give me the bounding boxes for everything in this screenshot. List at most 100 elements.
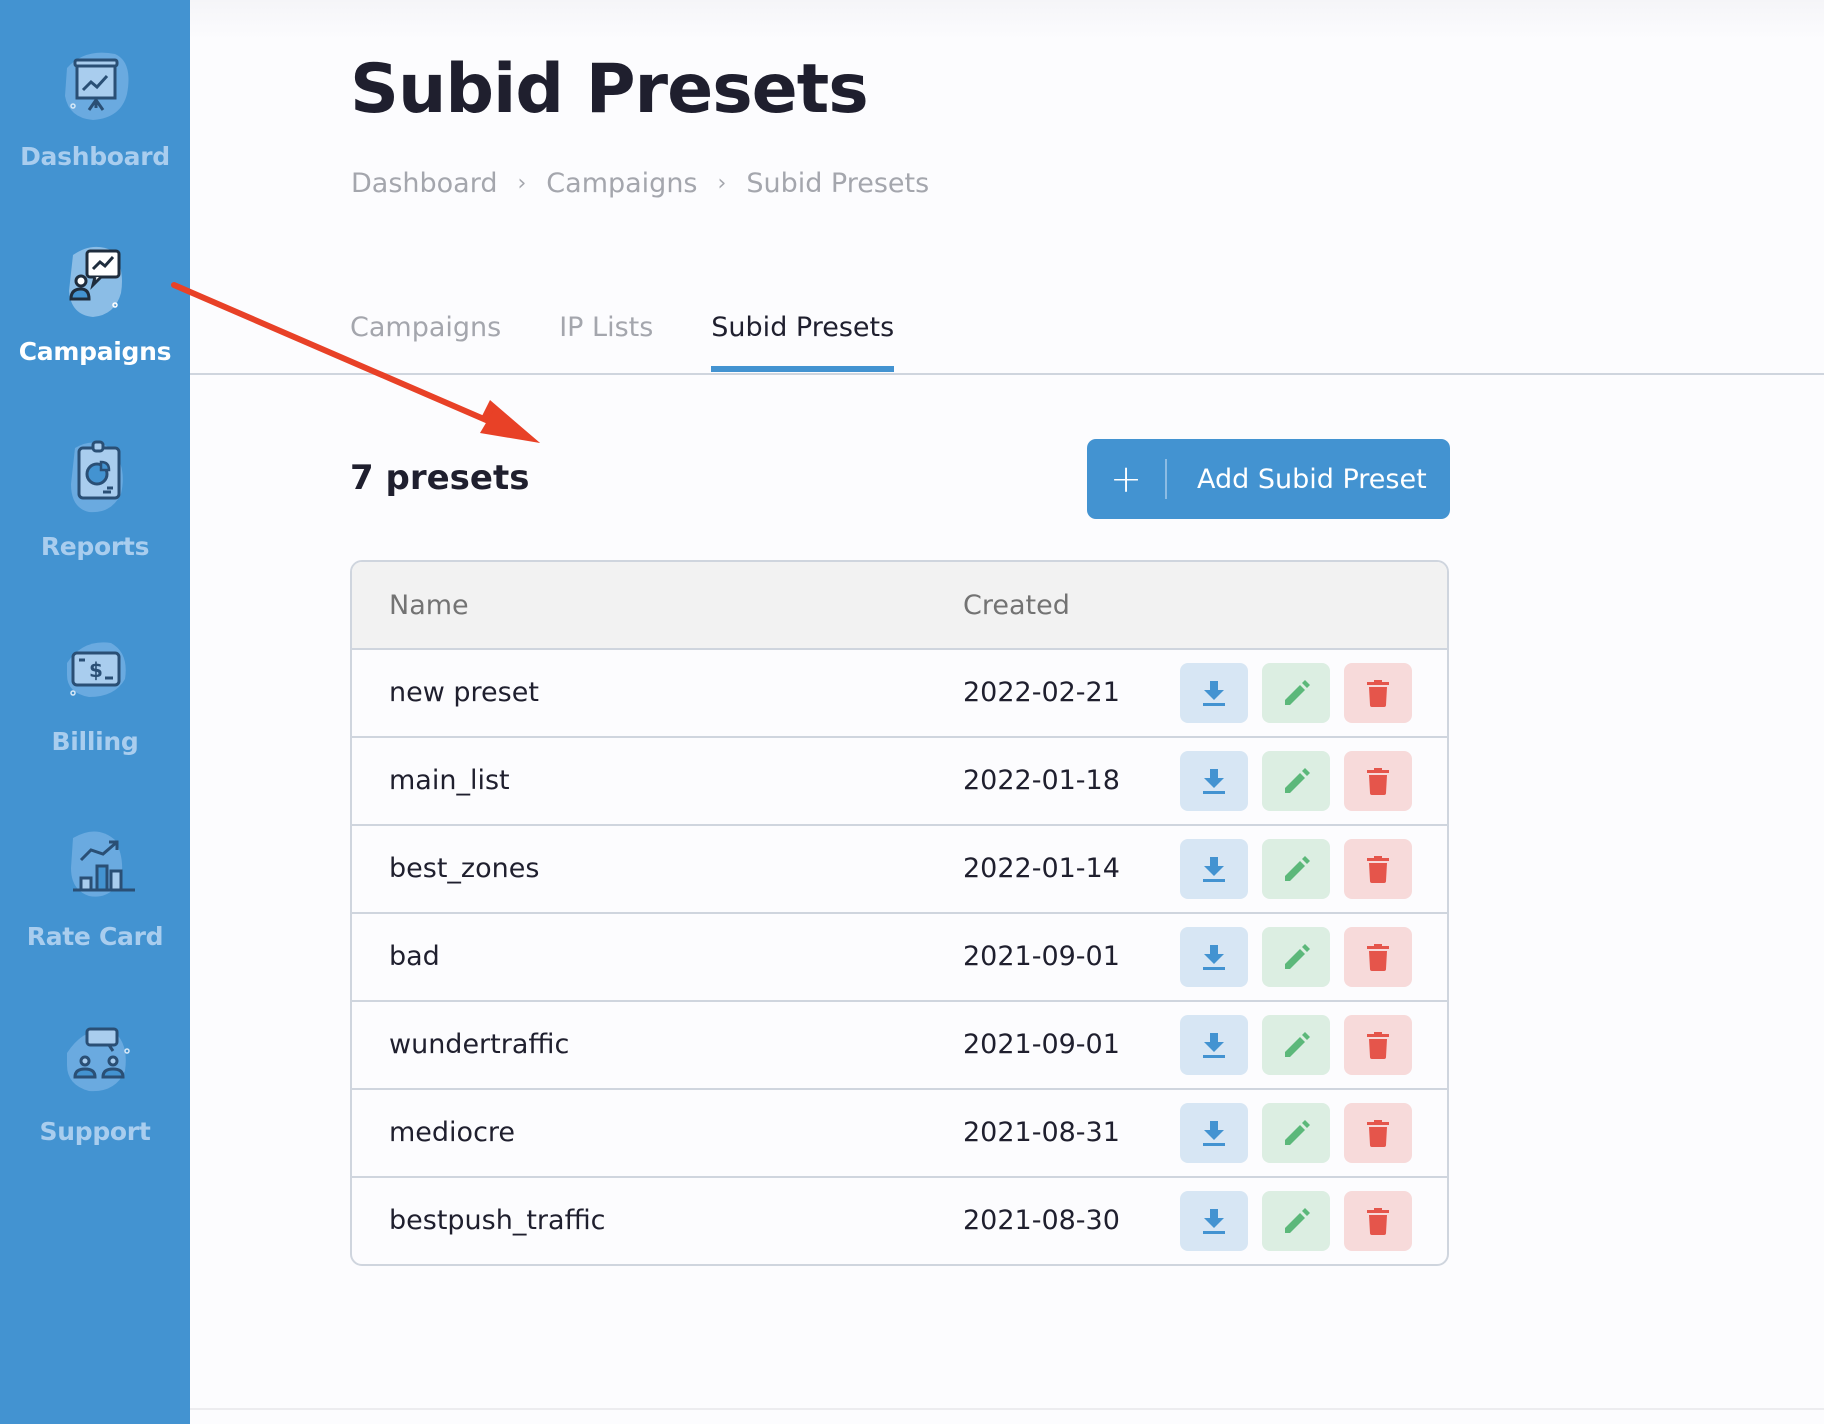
footer-divider <box>190 1408 1824 1410</box>
sidebar-item-rate-card[interactable]: Rate Card <box>0 818 190 988</box>
trash-icon <box>1367 1208 1389 1235</box>
breadcrumb-campaigns[interactable]: Campaigns <box>546 168 697 199</box>
download-button[interactable] <box>1180 751 1248 811</box>
sidebar-item-reports[interactable]: Reports <box>0 428 190 598</box>
pencil-icon <box>1285 1120 1310 1145</box>
add-subid-preset-button[interactable]: + Add Subid Preset <box>1087 439 1450 519</box>
download-icon <box>1203 1209 1225 1234</box>
pencil-icon <box>1285 768 1310 793</box>
plus-icon: + <box>1110 457 1142 501</box>
pencil-icon <box>1285 1208 1310 1233</box>
sidebar-item-dashboard[interactable]: Dashboard <box>0 38 190 208</box>
preset-created-date: 2021-08-30 <box>963 1205 1120 1236</box>
breadcrumb-dashboard[interactable]: Dashboard <box>351 168 497 199</box>
delete-button[interactable] <box>1344 1103 1412 1163</box>
edit-button[interactable] <box>1262 1015 1330 1075</box>
people-chat-icon <box>45 1013 145 1113</box>
download-button[interactable] <box>1180 839 1248 899</box>
dollar-bill-icon: $ <box>45 623 145 723</box>
table-row: new preset 2022-02-21 <box>352 650 1447 738</box>
sidebar-item-label: Billing <box>51 727 139 756</box>
edit-button[interactable] <box>1262 839 1330 899</box>
delete-button[interactable] <box>1344 1191 1412 1251</box>
tab-ip-lists[interactable]: IP Lists <box>559 312 653 372</box>
edit-button[interactable] <box>1262 927 1330 987</box>
sidebar-item-campaigns[interactable]: Campaigns <box>0 233 190 403</box>
preset-created-date: 2021-09-01 <box>963 1029 1120 1060</box>
edit-button[interactable] <box>1262 1103 1330 1163</box>
sidebar-item-label: Dashboard <box>20 142 170 171</box>
preset-name: new preset <box>389 677 539 708</box>
delete-button[interactable] <box>1344 927 1412 987</box>
table-row: bestpush_traffic 2021-08-30 <box>352 1178 1447 1264</box>
download-icon <box>1203 681 1225 706</box>
pencil-icon <box>1285 1032 1310 1057</box>
download-button[interactable] <box>1180 1191 1248 1251</box>
table-header: Name Created <box>352 562 1447 650</box>
preset-name: bad <box>389 941 440 972</box>
sidebar-item-label: Support <box>39 1117 151 1146</box>
download-button[interactable] <box>1180 1103 1248 1163</box>
delete-button[interactable] <box>1344 663 1412 723</box>
trash-icon <box>1367 768 1389 795</box>
trash-icon <box>1367 856 1389 883</box>
top-shade <box>190 0 1824 40</box>
tab-campaigns[interactable]: Campaigns <box>350 312 501 372</box>
breadcrumb-separator: › <box>517 171 527 196</box>
download-icon <box>1203 1033 1225 1058</box>
preset-name: mediocre <box>389 1117 516 1148</box>
edit-button[interactable] <box>1262 751 1330 811</box>
presets-count: 7 presets <box>350 458 530 498</box>
sidebar-item-billing[interactable]: $ Billing <box>0 623 190 793</box>
sidebar: Dashboard Campaigns Reports $ Billing Ra… <box>0 0 190 1424</box>
preset-name: bestpush_traffic <box>389 1205 606 1236</box>
download-button[interactable] <box>1180 927 1248 987</box>
pencil-icon <box>1285 680 1310 705</box>
presenter-chart-icon <box>45 233 145 333</box>
presentation-board-icon <box>45 38 145 138</box>
delete-button[interactable] <box>1344 1015 1412 1075</box>
sidebar-item-label: Rate Card <box>26 922 164 951</box>
table-row: best_zones 2022-01-14 <box>352 826 1447 914</box>
download-icon <box>1203 769 1225 794</box>
table-body: new preset 2022-02-21 main_list 2022-01-… <box>352 650 1447 1264</box>
pencil-icon <box>1285 856 1310 881</box>
trash-icon <box>1367 1032 1389 1059</box>
download-icon <box>1203 945 1225 970</box>
download-icon <box>1203 857 1225 882</box>
delete-button[interactable] <box>1344 751 1412 811</box>
table-row: main_list 2022-01-18 <box>352 738 1447 826</box>
trash-icon <box>1367 1120 1389 1147</box>
preset-created-date: 2022-02-21 <box>963 677 1120 708</box>
page-title: Subid Presets <box>350 50 869 129</box>
bar-chart-trend-icon <box>45 818 145 918</box>
pencil-icon <box>1285 944 1310 969</box>
edit-button[interactable] <box>1262 663 1330 723</box>
breadcrumb: Dashboard › Campaigns › Subid Presets <box>351 168 929 199</box>
preset-name: main_list <box>389 765 510 796</box>
presets-table: Name Created new preset 2022-02-21 main_… <box>350 560 1449 1266</box>
add-subid-preset-label: Add Subid Preset <box>1197 463 1427 495</box>
table-row: mediocre 2021-08-31 <box>352 1090 1447 1178</box>
breadcrumb-separator: › <box>717 171 727 196</box>
download-button[interactable] <box>1180 663 1248 723</box>
sidebar-item-support[interactable]: Support <box>0 1013 190 1183</box>
trash-icon <box>1367 944 1389 971</box>
sidebar-item-label: Reports <box>40 532 150 561</box>
tab-subid-presets[interactable]: Subid Presets <box>711 312 894 372</box>
tab-divider <box>190 373 1824 375</box>
preset-created-date: 2021-08-31 <box>963 1117 1120 1148</box>
table-row: bad 2021-09-01 <box>352 914 1447 1002</box>
column-header-name[interactable]: Name <box>389 590 469 621</box>
delete-button[interactable] <box>1344 839 1412 899</box>
trash-icon <box>1367 680 1389 707</box>
breadcrumb-subid-presets: Subid Presets <box>746 168 930 199</box>
download-button[interactable] <box>1180 1015 1248 1075</box>
sidebar-item-label: Campaigns <box>18 337 172 366</box>
preset-name: best_zones <box>389 853 540 884</box>
preset-created-date: 2022-01-14 <box>963 853 1120 884</box>
svg-text:$: $ <box>89 658 103 682</box>
column-header-created[interactable]: Created <box>963 590 1070 621</box>
edit-button[interactable] <box>1262 1191 1330 1251</box>
table-row: wundertraffic 2021-09-01 <box>352 1002 1447 1090</box>
